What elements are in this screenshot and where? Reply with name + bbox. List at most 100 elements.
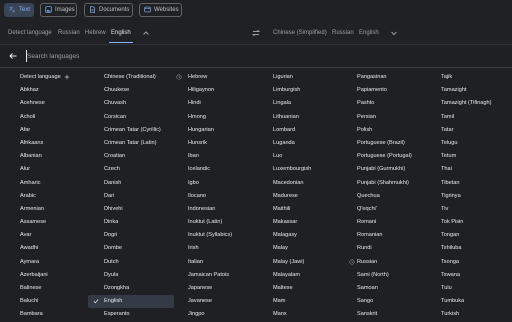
chevron-down-icon[interactable] bbox=[389, 28, 399, 38]
language-option[interactable]: Inuktut (Latin) bbox=[188, 216, 272, 229]
chevron-up-icon[interactable] bbox=[141, 28, 151, 38]
language-option[interactable]: Tswana bbox=[441, 269, 509, 282]
language-option[interactable]: Dari bbox=[104, 190, 188, 203]
language-option[interactable]: Polish bbox=[357, 124, 441, 137]
language-option[interactable]: Samoan bbox=[357, 282, 441, 295]
language-option[interactable]: Japanese bbox=[188, 282, 272, 295]
source-lang-hebrew[interactable]: Hebrew bbox=[85, 30, 106, 36]
language-option-selected[interactable]: English bbox=[88, 295, 174, 309]
language-option[interactable]: Lingala bbox=[273, 97, 357, 110]
language-option[interactable]: Dombe bbox=[104, 242, 188, 255]
language-option[interactable]: Tetum bbox=[441, 150, 509, 163]
language-option[interactable]: Dzongkha bbox=[104, 282, 188, 295]
language-option[interactable]: Avar bbox=[20, 229, 104, 242]
language-option[interactable]: Alur bbox=[20, 163, 104, 176]
language-option[interactable]: Abkhaz bbox=[20, 84, 104, 97]
target-lang-russian[interactable]: Russian bbox=[332, 30, 354, 36]
language-option[interactable]: Danish bbox=[104, 177, 188, 190]
language-option[interactable]: Italian bbox=[188, 256, 272, 269]
language-option[interactable]: Pangasinan bbox=[357, 71, 441, 84]
language-option[interactable]: Arabic bbox=[20, 190, 104, 203]
language-option[interactable]: Tibetan bbox=[441, 177, 509, 190]
language-option[interactable]: Romani bbox=[357, 216, 441, 229]
language-option[interactable]: Punjabi (Shahmukhi) bbox=[357, 177, 441, 190]
language-option[interactable]: Armenian bbox=[20, 203, 104, 216]
search-languages-input[interactable] bbox=[26, 50, 467, 62]
language-option[interactable]: Lithuanian bbox=[273, 111, 357, 124]
language-option[interactable]: Tamazight (Tifinagh) bbox=[441, 97, 509, 110]
language-option[interactable]: Dutch bbox=[104, 256, 188, 269]
language-option[interactable]: Corsican bbox=[104, 111, 188, 124]
language-option[interactable]: Macedonian bbox=[273, 177, 357, 190]
language-option[interactable]: Malay bbox=[273, 242, 357, 255]
language-option[interactable]: Luganda bbox=[273, 137, 357, 150]
language-option[interactable]: Afrikaans bbox=[20, 137, 104, 150]
language-option[interactable]: Persian bbox=[357, 111, 441, 124]
tab-text[interactable]: 文A Text bbox=[4, 3, 34, 17]
language-option[interactable]: Luxembourgish bbox=[273, 163, 357, 176]
language-option[interactable]: Amharic bbox=[20, 177, 104, 190]
language-option[interactable]: Tiv bbox=[441, 203, 509, 216]
language-option[interactable]: Iban bbox=[188, 150, 272, 163]
language-option[interactable]: Papiamento bbox=[357, 84, 441, 97]
language-option[interactable]: Assamese bbox=[20, 216, 104, 229]
tab-images[interactable]: Images bbox=[40, 3, 77, 17]
language-option[interactable]: Malayalam bbox=[273, 269, 357, 282]
language-option[interactable]: Acehnese bbox=[20, 97, 104, 110]
language-option[interactable]: Malay (Jawi) bbox=[273, 256, 357, 269]
language-option[interactable]: Punjabi (Gurmukhi) bbox=[357, 163, 441, 176]
language-option[interactable]: Lombard bbox=[273, 124, 357, 137]
language-option[interactable]: Mam bbox=[273, 295, 357, 308]
language-option[interactable]: Tamil bbox=[441, 111, 509, 124]
source-lang-russian[interactable]: Russian bbox=[58, 30, 80, 36]
back-arrow-icon[interactable] bbox=[8, 51, 18, 61]
language-option[interactable]: Makassar bbox=[273, 216, 357, 229]
language-option[interactable]: Hiligaynon bbox=[188, 84, 272, 97]
language-option[interactable]: Ligurian bbox=[273, 71, 357, 84]
language-option[interactable]: Hindi bbox=[188, 97, 272, 110]
language-option[interactable]: Portuguese (Portugal) bbox=[357, 150, 441, 163]
language-option[interactable]: Acholi bbox=[20, 111, 104, 124]
language-option[interactable]: Crimean Tatar (Cyrillic) bbox=[104, 124, 188, 137]
language-option[interactable]: Hmong bbox=[188, 111, 272, 124]
language-option[interactable]: Croatian bbox=[104, 150, 188, 163]
language-option[interactable]: Telugu bbox=[441, 137, 509, 150]
source-lang-detect[interactable]: Detect language bbox=[8, 30, 52, 36]
language-option[interactable]: Quechua bbox=[357, 190, 441, 203]
language-option[interactable]: Afar bbox=[20, 124, 104, 137]
language-option[interactable]: Russian bbox=[349, 256, 441, 269]
language-option[interactable]: Tigrinya bbox=[441, 190, 509, 203]
language-option[interactable]: Inuktut (Syllabics) bbox=[188, 229, 272, 242]
language-option[interactable]: Dhivehi bbox=[104, 203, 188, 216]
language-option[interactable]: Maltese bbox=[273, 282, 357, 295]
language-option[interactable]: Pashto bbox=[357, 97, 441, 110]
language-option[interactable]: Dogri bbox=[104, 229, 188, 242]
target-lang-english[interactable]: English bbox=[359, 30, 379, 36]
language-option[interactable]: Portuguese (Brazil) bbox=[357, 137, 441, 150]
language-option[interactable]: Thai bbox=[441, 163, 509, 176]
language-option[interactable]: Azerbaijani bbox=[20, 269, 104, 282]
language-option[interactable]: Tulu bbox=[441, 282, 509, 295]
language-option[interactable]: Indonesian bbox=[188, 203, 272, 216]
language-option[interactable]: Awadhi bbox=[20, 242, 104, 255]
language-option[interactable]: Tajik bbox=[441, 71, 509, 84]
language-option[interactable]: Ilocano bbox=[188, 190, 272, 203]
language-option[interactable]: Hungarian bbox=[188, 124, 272, 137]
language-option[interactable]: Chuukese bbox=[104, 84, 188, 97]
language-option[interactable]: Icelandic bbox=[188, 163, 272, 176]
tab-websites[interactable]: Websites bbox=[139, 3, 182, 17]
language-option[interactable]: Tatar bbox=[441, 124, 509, 137]
language-option[interactable]: Tshiluba bbox=[441, 242, 509, 255]
language-option[interactable]: Sango bbox=[357, 295, 441, 308]
language-option[interactable]: Romanian bbox=[357, 229, 441, 242]
language-option[interactable]: Tumbuka bbox=[441, 295, 509, 308]
language-option[interactable]: Dinka bbox=[104, 216, 188, 229]
language-option[interactable]: Hunsrik bbox=[188, 137, 272, 150]
language-option[interactable]: Balinese bbox=[20, 282, 104, 295]
language-option[interactable]: Chinese (Traditional) bbox=[104, 71, 188, 84]
language-option[interactable]: Q'eqchi' bbox=[357, 203, 441, 216]
language-option[interactable]: Crimean Tatar (Latin) bbox=[104, 137, 188, 150]
language-option[interactable]: Rundi bbox=[357, 242, 441, 255]
language-option[interactable]: Tsonga bbox=[441, 256, 509, 269]
source-lang-english[interactable]: English bbox=[111, 30, 131, 36]
